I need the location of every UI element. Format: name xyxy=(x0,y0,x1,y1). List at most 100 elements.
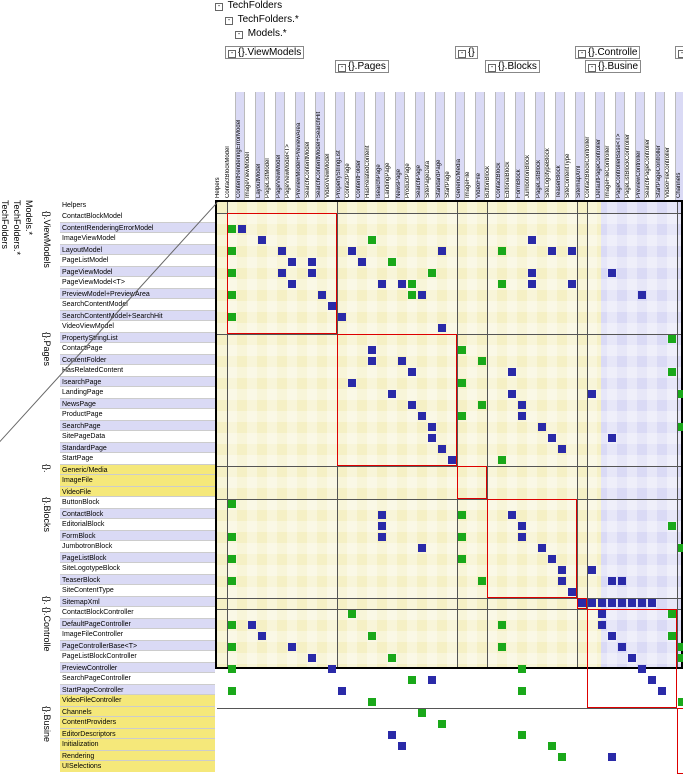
left-group-label[interactable]: {}.Pages xyxy=(42,332,52,366)
row-header[interactable]: JumbotronBlock xyxy=(60,541,215,552)
left-group-label[interactable]: {}.Blocks xyxy=(42,497,52,532)
matrix-cell[interactable] xyxy=(518,412,526,420)
matrix-cell[interactable] xyxy=(458,412,466,420)
matrix-cell[interactable] xyxy=(588,390,596,398)
matrix-cell[interactable] xyxy=(508,511,516,519)
col-header[interactable]: PageControllerBase<T> xyxy=(615,92,625,200)
matrix-cell[interactable] xyxy=(668,368,676,376)
col-header[interactable]: ContentRenderingErrorModel xyxy=(235,92,245,200)
row-header[interactable]: SearchContentModel+SearchHit xyxy=(60,310,215,321)
col-header[interactable]: PropertyStringList xyxy=(335,92,345,200)
matrix-cell[interactable] xyxy=(448,456,456,464)
matrix-cell[interactable] xyxy=(578,599,586,607)
matrix-cell[interactable] xyxy=(248,621,256,629)
matrix-cell[interactable] xyxy=(638,599,646,607)
row-header[interactable]: VideoFileController xyxy=(60,695,215,706)
matrix-cell[interactable] xyxy=(518,687,526,695)
matrix-cell[interactable] xyxy=(518,522,526,530)
row-header[interactable]: SitemapXml xyxy=(60,596,215,607)
matrix-cell[interactable] xyxy=(518,401,526,409)
row-header[interactable]: Generic/Media xyxy=(60,464,215,475)
row-header[interactable]: ContactBlock xyxy=(60,508,215,519)
matrix-cell[interactable] xyxy=(528,236,536,244)
row-header[interactable]: StartPage xyxy=(60,453,215,464)
matrix-cell[interactable] xyxy=(428,676,436,684)
left-group-label[interactable]: {}. xyxy=(42,596,52,605)
matrix-cell[interactable] xyxy=(238,225,246,233)
matrix-cell[interactable] xyxy=(228,621,236,629)
top-group-node[interactable]: -{}.ViewModels xyxy=(225,46,304,59)
matrix-cell[interactable] xyxy=(368,236,376,244)
matrix-cell[interactable] xyxy=(548,247,556,255)
matrix-cell[interactable] xyxy=(628,654,636,662)
row-header[interactable]: PageListModel xyxy=(60,255,215,266)
row-header[interactable]: Rendering xyxy=(60,750,215,761)
matrix-cell[interactable] xyxy=(228,555,236,563)
row-header[interactable]: ContentFolder xyxy=(60,354,215,365)
matrix-cell[interactable] xyxy=(228,577,236,585)
matrix-cell[interactable] xyxy=(368,632,376,640)
row-header[interactable]: ButtonBlock xyxy=(60,497,215,508)
row-header[interactable]: NewsPage xyxy=(60,398,215,409)
matrix-cell[interactable] xyxy=(458,533,466,541)
matrix-cell[interactable] xyxy=(228,665,236,673)
col-header[interactable]: SearchPage xyxy=(415,92,425,200)
row-header[interactable]: PageControllerBase<T> xyxy=(60,640,215,651)
col-header[interactable]: TeaserBlock xyxy=(555,92,565,200)
col-header[interactable]: EditorialBlock xyxy=(505,92,515,200)
row-header[interactable]: DefaultPageController xyxy=(60,618,215,629)
matrix-cell[interactable] xyxy=(478,401,486,409)
matrix-cell[interactable] xyxy=(398,357,406,365)
row-header[interactable]: ContentRenderingErrorModel xyxy=(60,222,215,233)
col-header[interactable]: Generic/Media xyxy=(455,92,465,200)
col-header[interactable]: ContactPage xyxy=(345,92,355,200)
matrix-cell[interactable] xyxy=(518,731,526,739)
row-header[interactable]: StandardPage xyxy=(60,442,215,453)
col-header[interactable]: PageViewModel xyxy=(275,92,285,200)
row-header[interactable]: ImageFileController xyxy=(60,629,215,640)
matrix-cell[interactable] xyxy=(228,313,236,321)
matrix-cell[interactable] xyxy=(678,390,683,398)
matrix-cell[interactable] xyxy=(278,247,286,255)
top-group-node[interactable]: -{}.Busine xyxy=(585,60,641,73)
matrix-cell[interactable] xyxy=(438,445,446,453)
row-header[interactable]: PageViewModel xyxy=(60,266,215,277)
matrix-cell[interactable] xyxy=(478,357,486,365)
matrix-cell[interactable] xyxy=(308,258,316,266)
col-header[interactable]: DefaultPageController xyxy=(595,92,605,200)
row-header[interactable]: ContactBlockModel xyxy=(60,211,215,222)
matrix-cell[interactable] xyxy=(328,302,336,310)
matrix-cell[interactable] xyxy=(408,291,416,299)
row-header[interactable]: ContentProviders xyxy=(60,717,215,728)
matrix-cell[interactable] xyxy=(228,269,236,277)
matrix-cell[interactable] xyxy=(598,621,606,629)
matrix-cell[interactable] xyxy=(228,500,236,508)
top-group-node[interactable]: -undefined xyxy=(675,46,683,59)
col-header[interactable]: SearchContentModel xyxy=(305,92,315,200)
matrix-cell[interactable] xyxy=(318,291,326,299)
col-header[interactable]: ButtonBlock xyxy=(485,92,495,200)
matrix-cell[interactable] xyxy=(668,632,676,640)
matrix-cell[interactable] xyxy=(638,665,646,673)
matrix-cell[interactable] xyxy=(328,665,336,673)
matrix-cell[interactable] xyxy=(498,456,506,464)
matrix-cell[interactable] xyxy=(498,621,506,629)
row-header[interactable]: Initialization xyxy=(60,739,215,750)
matrix-cell[interactable] xyxy=(228,247,236,255)
col-header[interactable]: PreviewController xyxy=(635,92,645,200)
matrix-cell[interactable] xyxy=(498,643,506,651)
row-header[interactable]: PageViewModel<T> xyxy=(60,277,215,288)
row-header[interactable]: PreviewController xyxy=(60,662,215,673)
matrix-cell[interactable] xyxy=(458,379,466,387)
matrix-cell[interactable] xyxy=(368,357,376,365)
row-header[interactable]: ContactBlockController xyxy=(60,607,215,618)
matrix-cell[interactable] xyxy=(348,247,356,255)
matrix-cell[interactable] xyxy=(528,280,536,288)
minus-icon[interactable]: - xyxy=(678,50,683,58)
minus-icon[interactable]: - xyxy=(458,50,466,58)
row-header[interactable]: VideoViewModel xyxy=(60,321,215,332)
matrix-cell[interactable] xyxy=(608,632,616,640)
matrix-cell[interactable] xyxy=(648,599,656,607)
matrix-cell[interactable] xyxy=(348,610,356,618)
row-header[interactable]: Channels xyxy=(60,706,215,717)
